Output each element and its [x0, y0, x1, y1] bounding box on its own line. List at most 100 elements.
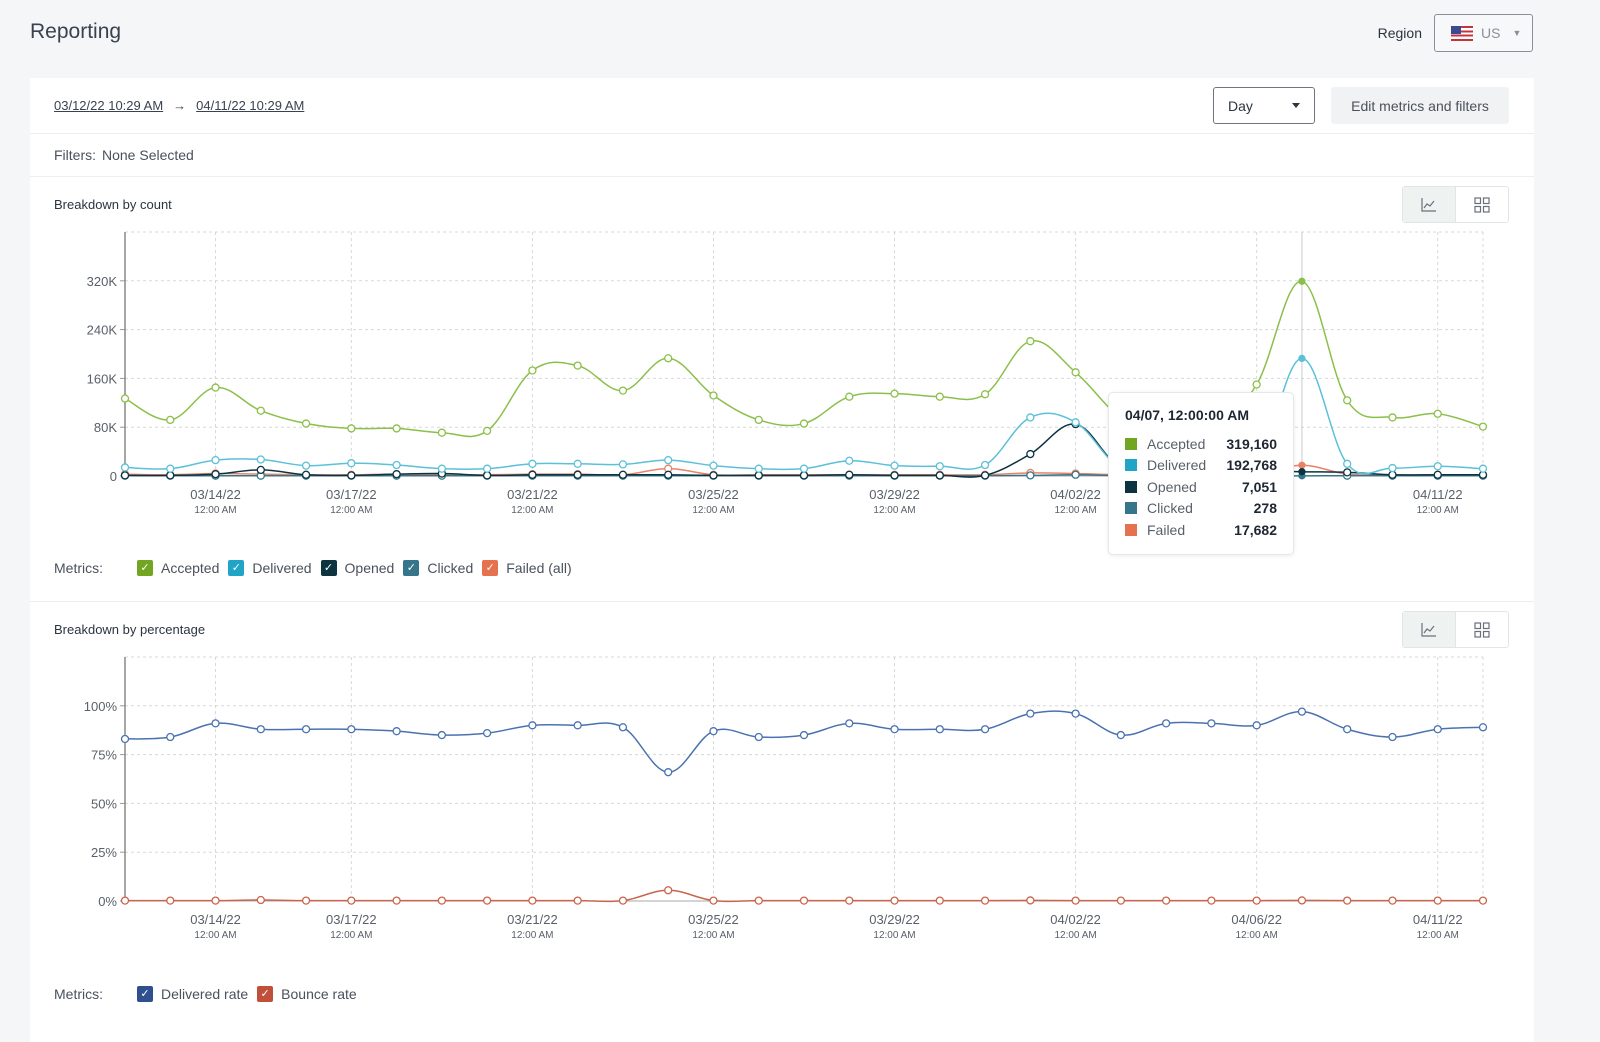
line-chart-view-button[interactable] [1403, 612, 1456, 647]
data-point[interactable] [1071, 418, 1080, 427]
data-point[interactable] [935, 725, 944, 734]
data-point[interactable] [980, 460, 990, 470]
data-point[interactable] [301, 725, 311, 734]
checkbox-checked-icon[interactable]: ✓ [137, 986, 153, 1002]
data-point[interactable] [618, 460, 628, 469]
data-point[interactable] [437, 428, 447, 437]
data-point[interactable] [845, 896, 854, 905]
data-point[interactable] [799, 464, 809, 473]
data-point[interactable] [392, 470, 401, 479]
data-point[interactable] [347, 725, 356, 734]
data-point[interactable] [256, 465, 265, 475]
data-point[interactable] [1071, 896, 1080, 905]
data-point[interactable] [799, 419, 809, 428]
data-point[interactable] [1252, 896, 1261, 905]
data-point[interactable] [799, 896, 809, 905]
data-point[interactable] [1433, 409, 1442, 418]
data-point[interactable] [1298, 468, 1306, 476]
data-point[interactable] [935, 471, 944, 480]
data-point[interactable] [845, 470, 854, 479]
checkbox-checked-icon[interactable]: ✓ [403, 560, 420, 576]
data-point[interactable] [211, 896, 220, 905]
data-point[interactable] [437, 730, 447, 740]
checkbox-checked-icon[interactable]: ✓ [320, 560, 337, 576]
data-point[interactable] [528, 366, 537, 375]
data-point[interactable] [664, 768, 673, 777]
region-dropdown[interactable]: US ▼ [1434, 14, 1533, 52]
data-point[interactable] [1026, 413, 1035, 422]
data-point[interactable] [573, 459, 582, 468]
data-point[interactable] [1026, 896, 1035, 905]
data-point[interactable] [256, 895, 265, 905]
data-point[interactable] [1298, 461, 1306, 469]
data-point[interactable] [347, 424, 356, 433]
data-point[interactable] [618, 470, 628, 479]
data-point[interactable] [256, 406, 265, 415]
data-point[interactable] [1343, 725, 1352, 734]
data-point[interactable] [482, 464, 492, 473]
data-point[interactable] [890, 389, 899, 398]
data-point[interactable] [845, 719, 854, 728]
metric-checkbox-opened[interactable]: ✓ Opened [320, 560, 394, 576]
metric-checkbox-accepted[interactable]: ✓ Accepted [137, 560, 219, 576]
data-point[interactable] [347, 896, 356, 905]
data-point[interactable] [754, 464, 763, 473]
data-point[interactable] [980, 725, 990, 734]
data-point[interactable] [347, 459, 356, 468]
data-point[interactable] [1478, 723, 1488, 732]
data-point[interactable] [166, 415, 175, 425]
data-point[interactable] [754, 896, 763, 905]
data-point[interactable] [528, 721, 537, 730]
checkbox-checked-icon[interactable]: ✓ [137, 560, 153, 576]
metric-checkbox-failed-all[interactable]: ✓ Failed (all) [482, 560, 572, 576]
data-point[interactable] [890, 461, 899, 470]
data-point[interactable] [1116, 730, 1126, 740]
data-point[interactable] [980, 471, 990, 480]
data-point[interactable] [1207, 896, 1216, 905]
data-point[interactable] [1252, 380, 1261, 389]
data-point[interactable] [754, 732, 763, 742]
data-point[interactable] [935, 896, 944, 905]
data-point[interactable] [1297, 707, 1307, 716]
data-point[interactable] [301, 461, 311, 470]
date-to-link[interactable]: 04/11/22 10:29 AM [196, 98, 304, 113]
data-point[interactable] [392, 424, 401, 433]
checkbox-checked-icon[interactable]: ✓ [482, 560, 499, 576]
data-point[interactable] [618, 723, 628, 732]
data-point[interactable] [1388, 896, 1397, 905]
data-point[interactable] [1388, 732, 1397, 742]
data-point[interactable] [1116, 896, 1126, 905]
table-view-button[interactable] [1456, 187, 1508, 222]
data-point[interactable] [482, 728, 492, 738]
data-point[interactable] [437, 464, 447, 473]
data-point[interactable] [528, 470, 537, 479]
metric-checkbox-delivered-rate[interactable]: ✓ Delivered rate [137, 986, 248, 1002]
data-point[interactable] [120, 394, 130, 403]
metric-checkbox-bounce-rate[interactable]: ✓ Bounce rate [257, 986, 357, 1002]
data-point[interactable] [1298, 277, 1306, 285]
data-point[interactable] [256, 725, 265, 734]
data-point[interactable] [1026, 337, 1035, 346]
data-point[interactable] [709, 461, 718, 470]
data-point[interactable] [754, 415, 763, 425]
data-point[interactable] [1433, 896, 1442, 905]
data-point[interactable] [1071, 368, 1080, 377]
data-point[interactable] [166, 896, 175, 905]
data-point[interactable] [573, 896, 582, 905]
data-point[interactable] [120, 734, 130, 744]
data-point[interactable] [1388, 413, 1397, 422]
data-point[interactable] [1343, 459, 1352, 468]
data-point[interactable] [301, 470, 311, 479]
data-point[interactable] [1388, 470, 1397, 479]
data-point[interactable] [1252, 721, 1261, 730]
data-point[interactable] [1478, 422, 1488, 431]
edit-metrics-button[interactable]: Edit metrics and filters [1331, 87, 1509, 124]
data-point[interactable] [799, 471, 809, 480]
line-chart-view-button[interactable] [1403, 187, 1456, 222]
data-point[interactable] [1026, 471, 1035, 480]
data-point[interactable] [1161, 896, 1171, 905]
data-point[interactable] [301, 419, 311, 428]
data-point[interactable] [935, 462, 944, 471]
data-point[interactable] [482, 471, 492, 480]
data-point[interactable] [799, 730, 809, 740]
